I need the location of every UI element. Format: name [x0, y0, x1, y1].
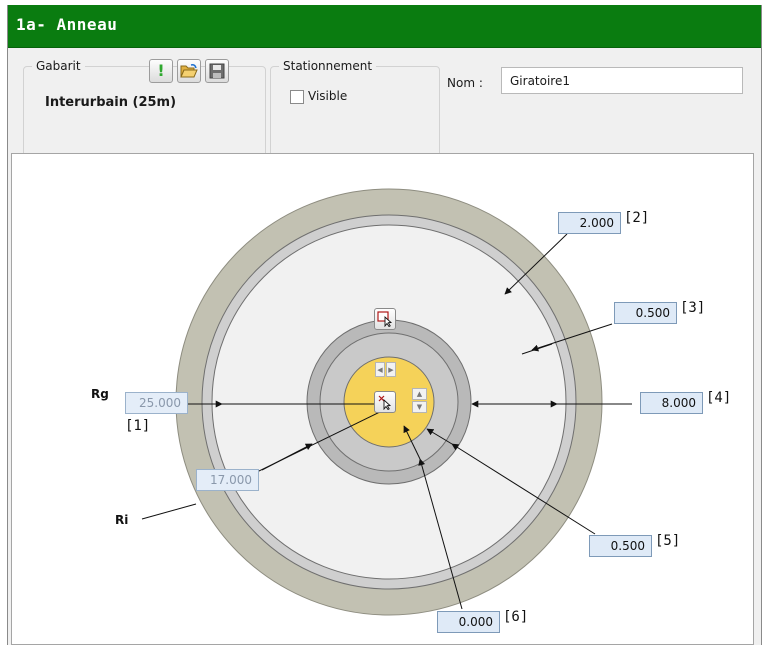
select-region-icon — [377, 311, 393, 327]
v6-value-box[interactable]: 0.000 — [437, 611, 500, 633]
nom-input[interactable] — [501, 67, 743, 94]
title-bar: 1a- Anneau — [8, 5, 761, 48]
gabarit-value: Interurbain (25m) — [45, 95, 177, 110]
rg-label: Rg — [91, 387, 109, 401]
vertical-spinner-down[interactable]: ▼ — [412, 401, 427, 413]
select-center-button[interactable] — [374, 391, 396, 413]
ri-label: Ri — [115, 513, 129, 527]
window-title: 1a- Anneau — [16, 15, 118, 34]
v2-ref: [2] — [624, 210, 650, 226]
v5-ref: [5] — [655, 533, 681, 549]
chevron-right-icon: ▶ — [388, 365, 394, 374]
horizontal-spinner-right[interactable]: ▶ — [386, 362, 396, 377]
visible-checkbox[interactable] — [290, 90, 304, 104]
window: 1a- Anneau Gabarit ! Interurbain (25m) S… — [7, 5, 762, 645]
v4-ref: [4] — [706, 390, 732, 406]
vertical-spinner-up[interactable]: ▲ — [412, 388, 427, 400]
save-icon — [209, 63, 225, 79]
chevron-up-icon: ▲ — [416, 390, 423, 398]
stationnement-group: Stationnement — [270, 59, 440, 157]
open-folder-icon — [180, 64, 198, 78]
warning-button[interactable]: ! — [149, 59, 173, 83]
nom-label: Nom : — [447, 76, 483, 90]
stationnement-legend: Stationnement — [279, 59, 377, 73]
chevron-down-icon: ▼ — [416, 403, 423, 411]
warning-icon: ! — [157, 61, 165, 80]
rg-ref: [1] — [125, 418, 151, 434]
v6-ref: [6] — [503, 609, 529, 625]
v5-value-box[interactable]: 0.500 — [589, 535, 652, 557]
v4-value-box[interactable]: 8.000 — [640, 392, 703, 414]
rg-value-box[interactable]: 25.000 — [125, 392, 188, 414]
select-region-button[interactable] — [374, 308, 396, 330]
v3-value-box[interactable]: 0.500 — [614, 302, 677, 324]
save-button[interactable] — [205, 59, 229, 83]
select-center-icon — [378, 395, 392, 410]
v2-value-box[interactable]: 2.000 — [558, 212, 621, 234]
chevron-left-icon: ◀ — [377, 365, 383, 374]
visible-label: Visible — [308, 89, 348, 103]
v3-ref: [3] — [680, 300, 706, 316]
gabarit-legend: Gabarit — [32, 59, 85, 73]
diagram-canvas: Rg 25.000 [1] Ri 17.000 2.000 [2] 0.500 … — [11, 153, 754, 645]
gabarit-group: Gabarit — [23, 59, 266, 157]
ri-value-box[interactable]: 17.000 — [196, 469, 259, 491]
horizontal-spinner-left[interactable]: ◀ — [375, 362, 385, 377]
open-button[interactable] — [177, 59, 201, 83]
